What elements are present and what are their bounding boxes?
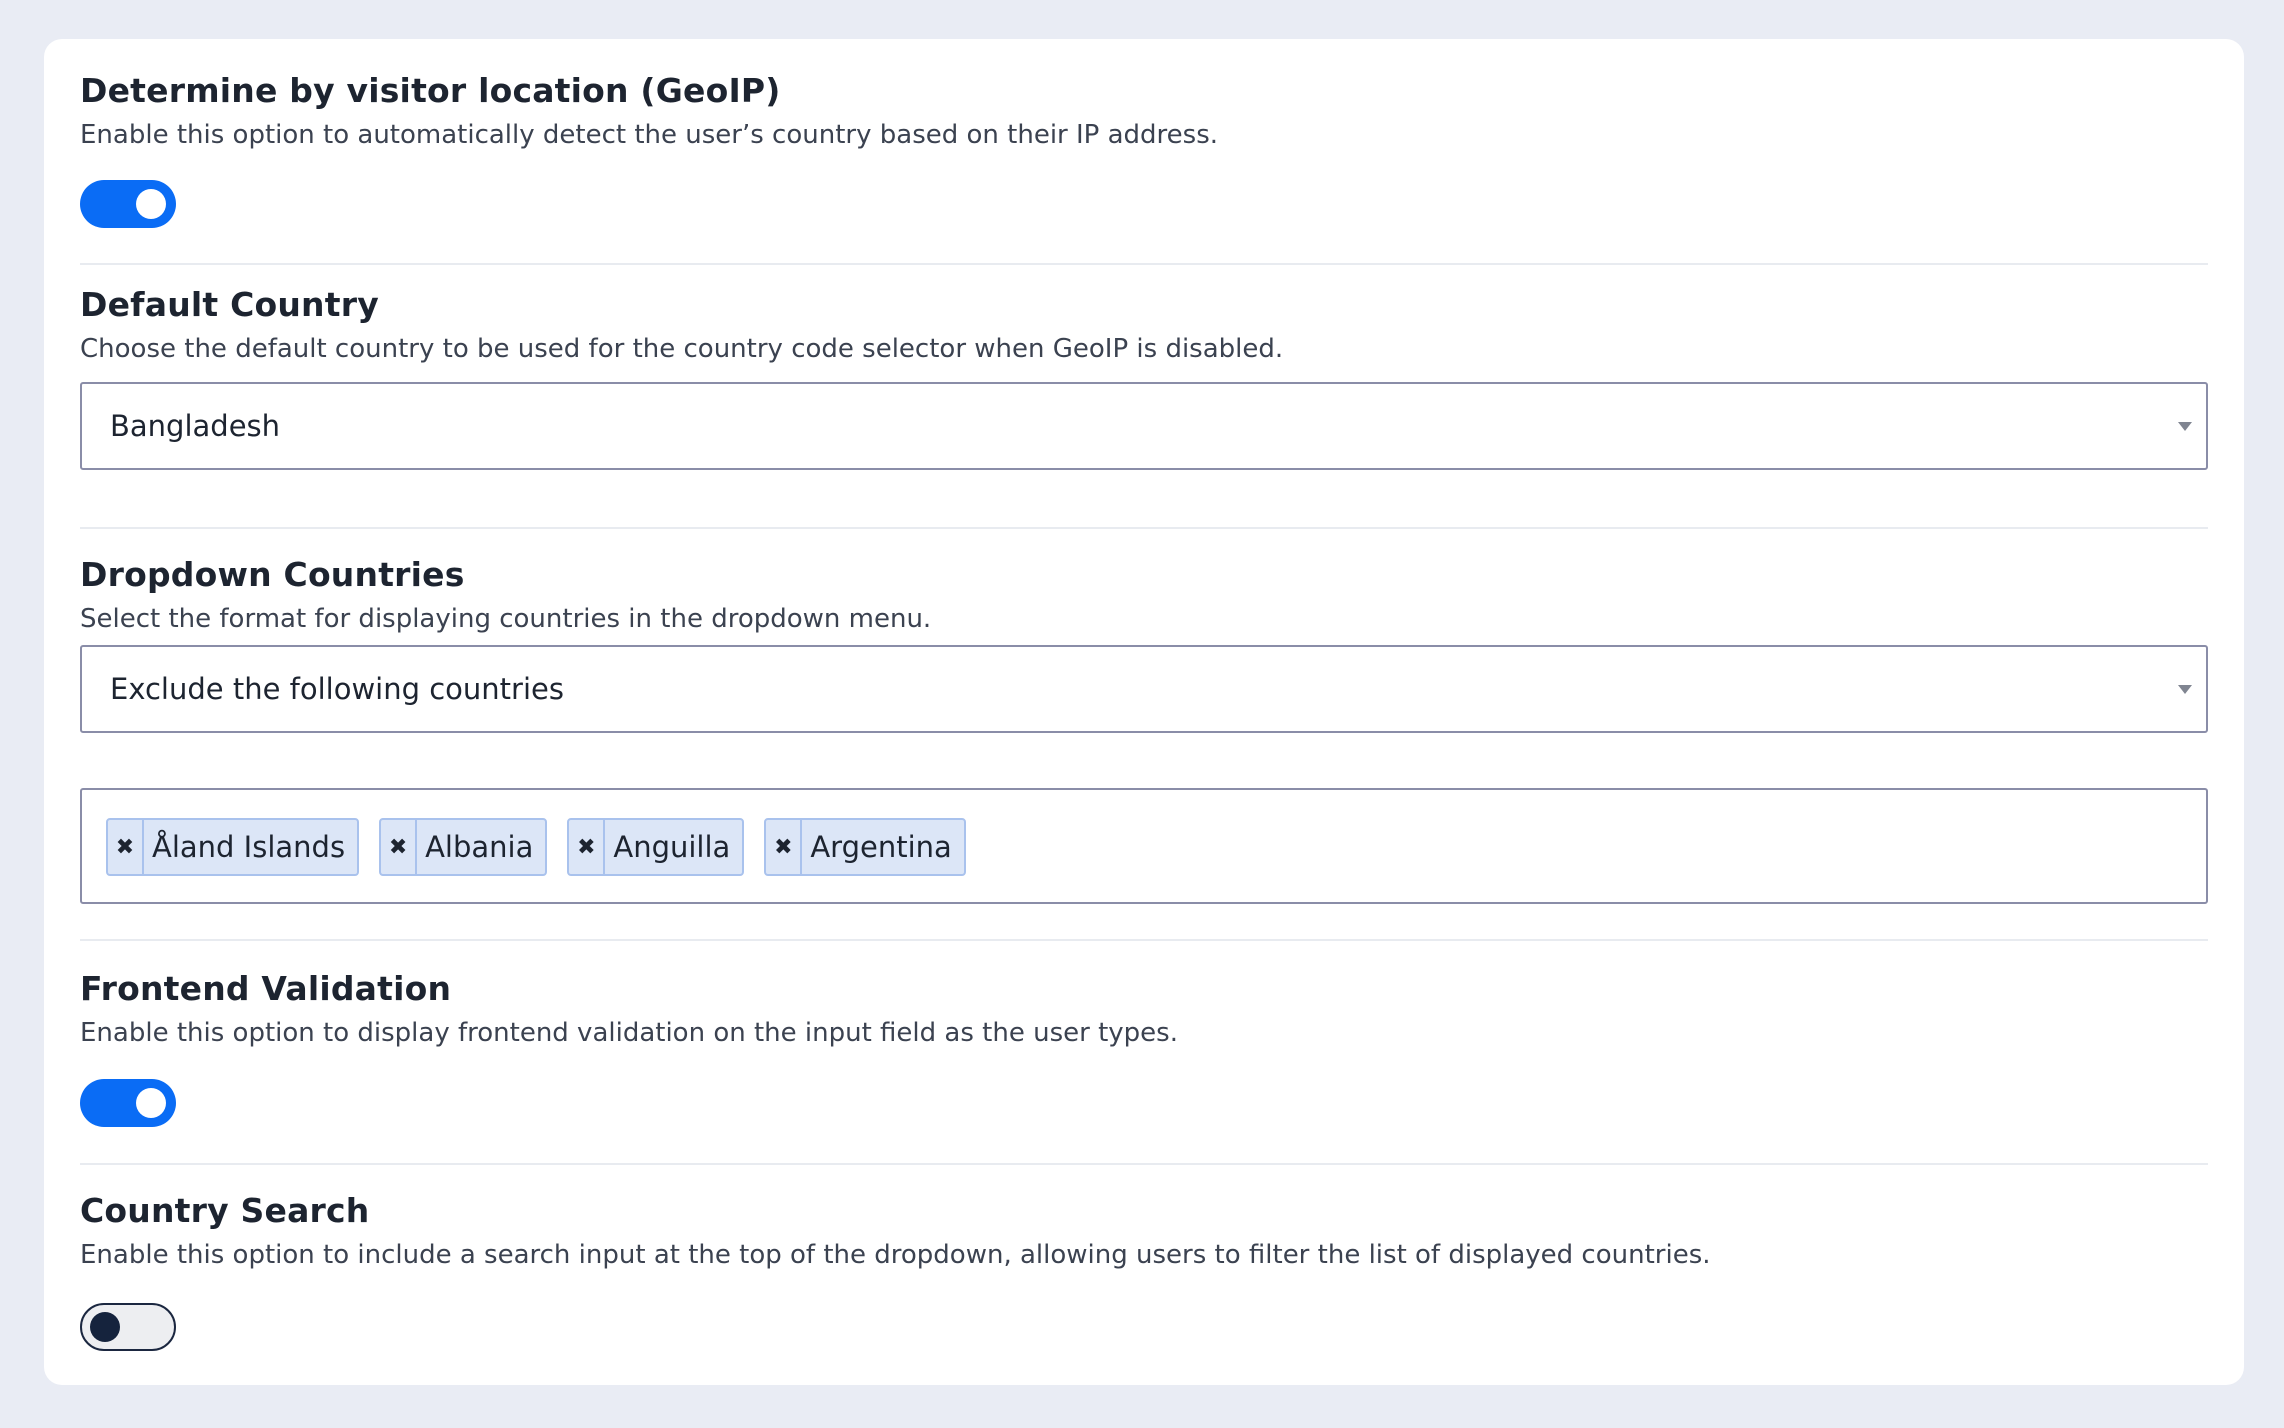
country-tag: ✖ Åland Islands [106, 818, 360, 876]
dropdown-countries-title: Dropdown Countries [80, 555, 465, 594]
geoip-toggle[interactable] [80, 180, 176, 228]
country-tag-label: Åland Islands [152, 830, 346, 864]
section-country-search: Country Search Enable this option to inc… [80, 1165, 2208, 1385]
country-tag: ✖ Argentina [764, 818, 966, 876]
section-geoip: Determine by visitor location (GeoIP) En… [80, 39, 2208, 265]
dropdown-mode-value: Exclude the following countries [110, 672, 564, 706]
default-country-title: Default Country [80, 285, 379, 324]
country-search-toggle[interactable] [80, 1303, 176, 1351]
frontend-validation-title: Frontend Validation [80, 969, 452, 1008]
country-tag-label: Argentina [810, 830, 952, 864]
country-search-description: Enable this option to include a search i… [80, 1240, 1711, 1270]
toggle-knob [136, 1088, 166, 1118]
section-default-country: Default Country Choose the default count… [80, 265, 2208, 529]
geoip-title: Determine by visitor location (GeoIP) [80, 71, 781, 110]
default-country-description: Choose the default country to be used fo… [80, 334, 1284, 364]
close-icon[interactable]: ✖ [381, 820, 418, 874]
country-tag-label: Albania [425, 830, 534, 864]
frontend-validation-toggle[interactable] [80, 1079, 176, 1127]
geoip-description: Enable this option to automatically dete… [80, 120, 1219, 150]
close-icon[interactable]: ✖ [108, 820, 144, 874]
chevron-down-icon [2178, 422, 2192, 431]
country-tag: ✖ Albania [379, 818, 548, 876]
country-tag-label: Anguilla [613, 830, 731, 864]
default-country-value: Bangladesh [110, 409, 281, 443]
toggle-knob [90, 1312, 120, 1342]
country-search-title: Country Search [80, 1191, 370, 1230]
close-icon[interactable]: ✖ [766, 820, 803, 874]
section-frontend-validation: Frontend Validation Enable this option t… [80, 941, 2208, 1165]
excluded-countries-tags: ✖ Åland Islands ✖ Albania ✖ Anguilla ✖ A… [106, 818, 966, 876]
section-dropdown-countries: Dropdown Countries Select the format for… [80, 529, 2208, 941]
settings-card: Determine by visitor location (GeoIP) En… [44, 39, 2244, 1385]
frontend-validation-description: Enable this option to display frontend v… [80, 1018, 1178, 1048]
dropdown-countries-description: Select the format for displaying countri… [80, 604, 932, 634]
excluded-countries-input[interactable]: ✖ Åland Islands ✖ Albania ✖ Anguilla ✖ A… [80, 788, 2208, 904]
default-country-select[interactable]: Bangladesh [80, 382, 2208, 470]
country-tag: ✖ Anguilla [567, 818, 745, 876]
toggle-knob [136, 189, 166, 219]
close-icon[interactable]: ✖ [569, 820, 606, 874]
chevron-down-icon [2178, 685, 2192, 694]
dropdown-mode-select[interactable]: Exclude the following countries [80, 645, 2208, 733]
